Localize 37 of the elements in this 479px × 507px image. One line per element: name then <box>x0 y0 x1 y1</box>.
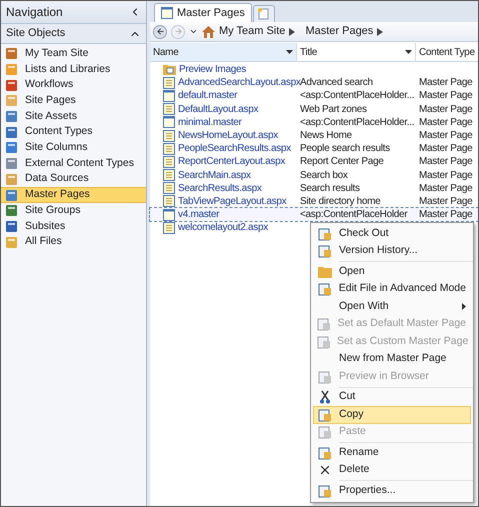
file-name: default.master <box>178 89 238 104</box>
file-name: AdvancedSearchLayout.aspx <box>178 76 301 90</box>
section-title: Site Objects <box>6 26 66 42</box>
file-name: SearchResults.aspx <box>178 182 262 196</box>
table-cell-text: Master Page <box>418 89 472 104</box>
table-cell-text: Master Page <box>418 129 472 144</box>
table-cell: Search box <box>300 170 348 181</box>
table-cell: News Home <box>300 130 352 142</box>
table-cell: People search results <box>300 143 390 154</box>
table-cell-text: Master Page <box>418 168 472 183</box>
file-name: ReportCenterLayout.aspx <box>178 155 286 170</box>
table-cell-text: Master Page <box>418 208 472 222</box>
table-cell-text: Master Page <box>418 116 472 130</box>
file-name: PeopleSearchResults.aspx <box>178 142 291 156</box>
file-name: Preview Images <box>179 63 246 78</box>
table-cell: Web Part zones <box>300 104 367 115</box>
table-cell: Search results <box>300 182 360 194</box>
table-cell: Report Center Page <box>300 156 384 168</box>
file-name: welcomelayout2.aspx <box>178 221 268 236</box>
file-name: SearchMain.aspx <box>178 168 251 183</box>
table-cell: Advanced search <box>300 77 373 88</box>
table-cell: Site directory home <box>300 196 380 207</box>
table-cell-text: Master Page <box>418 102 472 117</box>
file-name: minimal.master <box>178 116 242 130</box>
table-cell-text: Master Page <box>418 194 472 209</box>
pane-title: Navigation <box>6 4 63 21</box>
table-cell-text: Master Page <box>418 155 472 170</box>
table-cell-text: Master Page <box>418 142 472 156</box>
table-cell-text: Master Page <box>418 76 472 90</box>
file-name: NewsHomeLayout.aspx <box>178 129 278 144</box>
table-cell: <asp:ContentPlaceHolder <box>300 209 408 220</box>
file-name: DefaultLayout.aspx <box>178 102 258 117</box>
file-name: v4.master <box>178 208 220 222</box>
table-cell: <asp:ContentPlaceHolder... <box>300 116 414 128</box>
file-name: TabViewPageLayout.aspx <box>178 194 286 209</box>
table-cell-text: Master Page <box>418 182 472 196</box>
table-cell: <asp:ContentPlaceHolder... <box>300 90 414 102</box>
